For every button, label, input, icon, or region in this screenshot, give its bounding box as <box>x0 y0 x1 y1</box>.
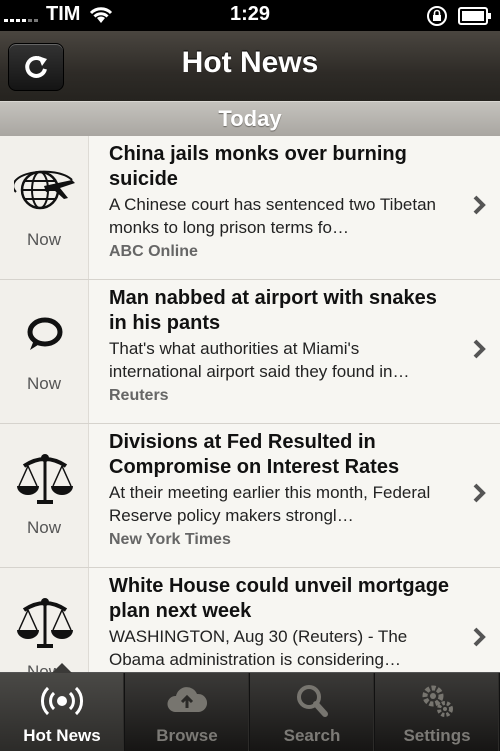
airplane-globe-icon <box>14 170 75 210</box>
row-time: Now <box>26 662 61 672</box>
status-time: 1:29 <box>229 3 271 25</box>
battery-icon <box>458 7 491 25</box>
scales-icon <box>17 598 73 648</box>
row-description: At their meeting earlier this month, Fed… <box>109 483 431 525</box>
cloud-icon <box>167 687 208 712</box>
news-row[interactable]: Now White House could unveil mortgage pl… <box>0 568 500 672</box>
broadcast-icon <box>41 686 83 716</box>
tab-settings[interactable]: Settings <box>375 673 500 751</box>
status-right <box>426 5 492 27</box>
speech-bubble-icon <box>27 317 63 350</box>
scales-icon <box>17 454 73 504</box>
page-title: Hot News <box>181 46 319 79</box>
navigation-bar: Hot News <box>0 31 500 102</box>
row-time: Now <box>26 518 61 537</box>
tab-bar: Hot News Browse Search Settings <box>0 663 500 751</box>
row-title: White House could unveil mortgage plan n… <box>109 575 450 622</box>
tab-label: Browse <box>156 726 218 745</box>
row-title: China jails monks over burning suicide <box>109 143 407 190</box>
row-source: New York Times <box>109 531 231 548</box>
row-time: Now <box>26 374 61 393</box>
chevron-right-icon <box>473 195 486 215</box>
row-time: Now <box>26 230 61 249</box>
row-description: WASHINGTON, Aug 30 (Reuters) - The Obama… <box>109 627 408 669</box>
active-tab-indicator <box>52 663 72 673</box>
row-left-panel: Now <box>0 424 89 567</box>
row-description: That's what authorities at Miami's inter… <box>109 339 410 381</box>
row-left-panel: Now <box>0 568 89 672</box>
row-title: Man nabbed at airport with snakes in his… <box>109 287 437 334</box>
news-row[interactable]: Now China jails monks over burning suici… <box>0 136 500 280</box>
tab-search[interactable]: Search <box>250 673 375 751</box>
magnifier-icon <box>297 685 328 717</box>
tab-hot-news[interactable]: Hot News <box>0 673 125 751</box>
tab-label: Hot News <box>23 726 101 745</box>
tab-label: Search <box>283 726 341 745</box>
news-row[interactable]: Now Divisions at Fed Resulted in Comprom… <box>0 424 500 568</box>
tab-label: Settings <box>403 726 471 745</box>
row-left-panel: Now <box>0 136 89 279</box>
status-bar: TIM 1:29 <box>0 0 500 31</box>
chevron-right-icon <box>473 339 486 359</box>
news-list: Now China jails monks over burning suici… <box>0 136 500 672</box>
chevron-right-icon <box>473 627 486 647</box>
row-left-panel: Now <box>0 280 89 423</box>
chevron-right-icon <box>473 483 486 503</box>
row-source: Reuters <box>109 387 169 404</box>
row-source: ABC Online <box>109 243 198 260</box>
rotation-lock-icon <box>427 6 447 26</box>
tab-browse[interactable]: Browse <box>125 673 250 751</box>
row-description: A Chinese court has sentenced two Tibeta… <box>109 195 436 237</box>
section-header-today: Today <box>0 101 500 137</box>
news-row[interactable]: Now Man nabbed at airport with snakes in… <box>0 280 500 424</box>
row-title: Divisions at Fed Resulted in Compromise … <box>109 431 400 478</box>
gears-icon <box>422 685 453 717</box>
